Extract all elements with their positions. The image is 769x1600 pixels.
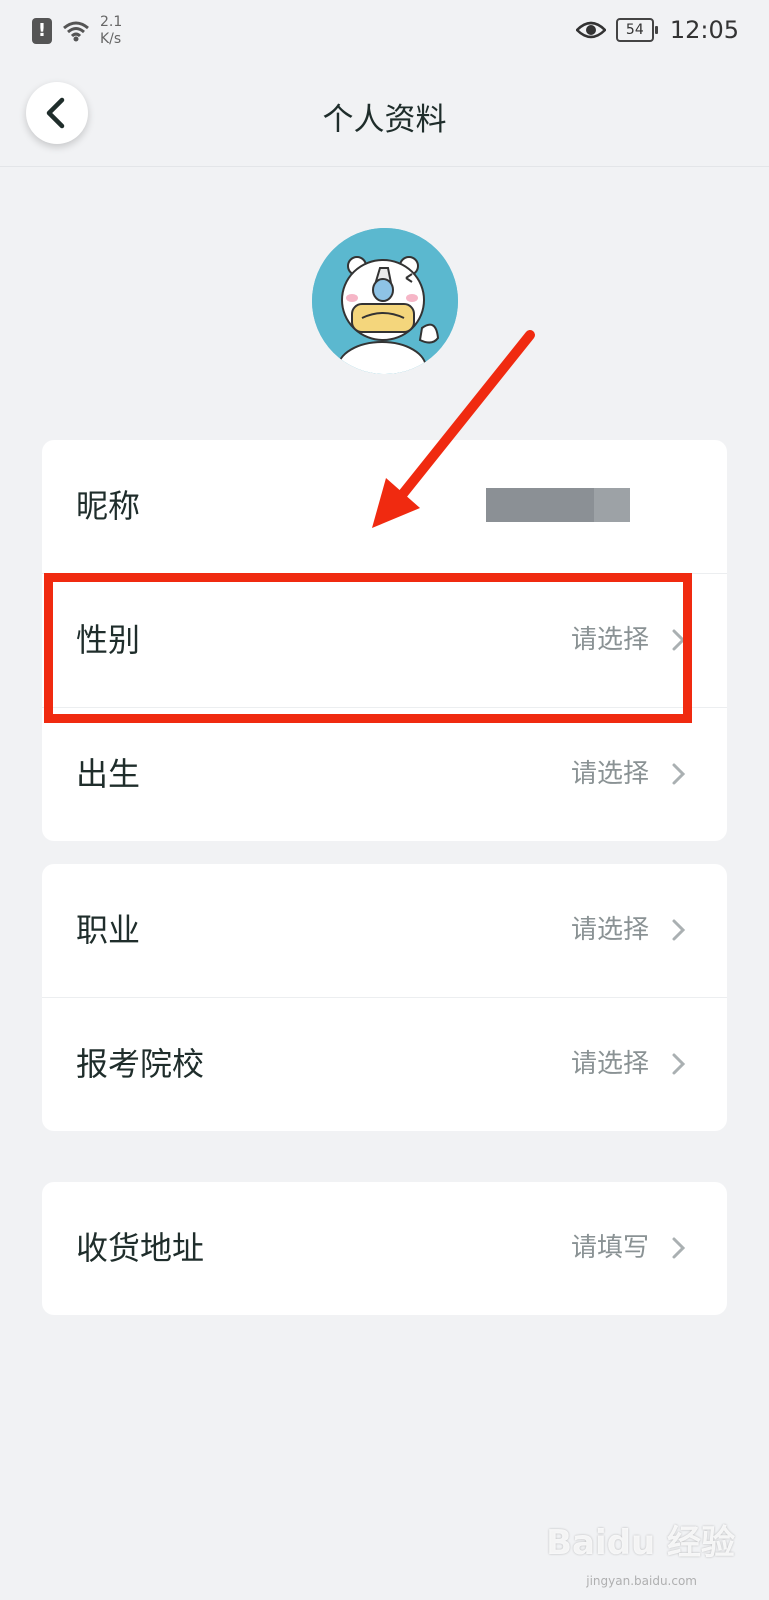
baidu-watermark: Baidu 经验: [546, 1523, 735, 1563]
school-label: 报考院校: [76, 1045, 205, 1083]
chevron-right-icon: [672, 1237, 686, 1259]
avatar[interactable]: [312, 228, 458, 374]
birth-value: 请选择: [570, 759, 649, 789]
status-right: 54 12:05: [575, 16, 739, 44]
occupation-value: 请选择: [570, 915, 649, 945]
address-value: 请填写: [570, 1233, 649, 1263]
chevron-right-icon: [672, 919, 686, 941]
education-card: 职业 请选择 报考院校 请选择: [42, 864, 727, 1131]
status-left: ! 2.1 K/s: [32, 14, 122, 48]
school-row[interactable]: 报考院校 请选择: [42, 997, 727, 1131]
app-header: 个人资料: [0, 64, 769, 167]
watermark-url: jingyan.baidu.com: [586, 1574, 697, 1588]
birth-label: 出生: [76, 755, 141, 793]
alert-icon: !: [32, 18, 52, 44]
nickname-value-redacted-edge: [594, 488, 630, 522]
wifi-icon: [63, 21, 89, 42]
eye-icon: [575, 21, 606, 39]
avatar-image: [312, 228, 458, 374]
clock: 12:05: [669, 16, 739, 44]
status-bar: ! 2.1 K/s 54 12:05: [0, 0, 769, 64]
occupation-label: 职业: [76, 911, 141, 949]
battery-icon: 54: [615, 18, 658, 42]
page-title: 个人资料: [322, 102, 447, 138]
school-value: 请选择: [570, 1049, 649, 1079]
nickname-label: 昵称: [76, 487, 141, 525]
chevron-right-icon: [672, 763, 686, 785]
birth-row[interactable]: 出生 请选择: [42, 707, 727, 841]
address-card: 收货地址 请填写: [42, 1182, 727, 1315]
address-label: 收货地址: [76, 1229, 205, 1267]
network-speed: 2.1 K/s: [100, 14, 123, 47]
address-row[interactable]: 收货地址 请填写: [42, 1182, 727, 1315]
highlight-box: [44, 573, 692, 723]
occupation-row[interactable]: 职业 请选择: [42, 864, 727, 997]
chevron-right-icon: [672, 1053, 686, 1075]
